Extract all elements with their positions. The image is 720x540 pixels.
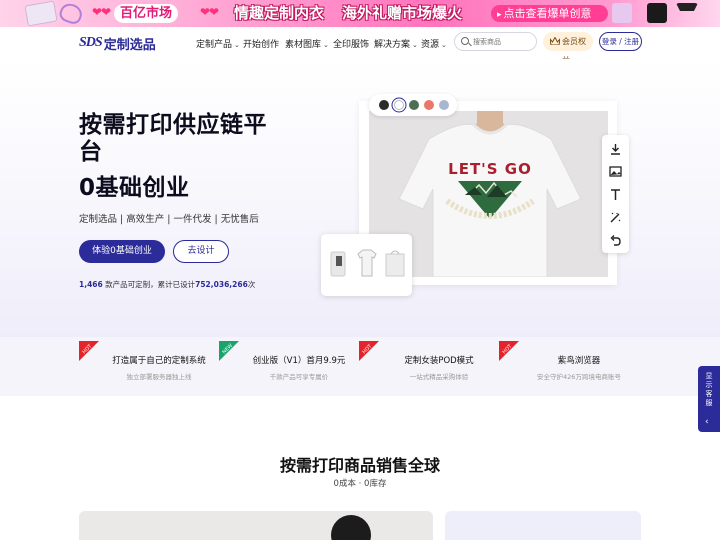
- chevron-down-icon: ⌄: [323, 41, 329, 49]
- nav-label: 定制产品: [196, 40, 233, 50]
- search-input[interactable]: [473, 35, 533, 49]
- swatch-color[interactable]: [424, 100, 434, 110]
- feature-item[interactable]: NEW 创业版（V1）首月9.9元 千款产品可享专属价: [219, 337, 379, 396]
- swatch-color[interactable]: [394, 100, 404, 110]
- arrow-right-icon: ▸: [497, 10, 502, 20]
- feature-item[interactable]: HOT 定制女装POD模式 一站式精品采购体验: [359, 337, 519, 396]
- nav-item-resources[interactable]: 资源 ⌄: [421, 37, 447, 50]
- feature-title: 紫鸟浏览器: [557, 356, 601, 366]
- logo-text: 定制选品: [103, 37, 156, 53]
- go-design-button[interactable]: 去设计: [173, 240, 229, 263]
- hearts-icon: ❤❤: [200, 5, 219, 19]
- hero-subtitle: 定制选品 | 高效生产 | 一件代发 | 无忧售后: [79, 214, 259, 225]
- gift-icon: [612, 3, 632, 23]
- chevron-down-icon: ⌄: [441, 41, 447, 49]
- nav-label: 全印服饰: [333, 40, 370, 50]
- search-box[interactable]: [454, 32, 537, 51]
- text-icon[interactable]: [609, 188, 622, 201]
- product-thumbnails: [321, 234, 412, 296]
- image-icon[interactable]: [609, 165, 622, 178]
- color-swatches: [369, 94, 457, 116]
- feature-item[interactable]: HOT 紫鸟浏览器 安全守护426万跨境电商账号: [499, 337, 659, 396]
- nav-label: 解决方案: [374, 40, 411, 50]
- thumbnail-tshirt[interactable]: [355, 244, 379, 284]
- magic-wand-icon[interactable]: [609, 211, 622, 224]
- thumbnail-mug[interactable]: [327, 244, 351, 284]
- search-icon: [461, 37, 469, 45]
- nav-label: 开始创作: [243, 40, 280, 50]
- feature-desc: 独立部署服务器独上线: [126, 373, 192, 381]
- designs-suffix: 次: [247, 280, 256, 289]
- hero-title-line2: 0基础创业: [79, 175, 190, 201]
- promo-banner[interactable]: ❤❤ 百亿市场 ❤❤ 情趣定制内衣 海外礼赠市场爆火 ▸ 点击查看爆单创意: [0, 0, 720, 27]
- stats-line: 1,466 款产品可定制，累计已设计752,036,266次: [79, 279, 255, 290]
- promo-cta-label: 点击查看爆单创意: [503, 7, 592, 20]
- section-title: 按需打印商品销售全球: [279, 456, 440, 475]
- nav-item-custom-products[interactable]: 定制产品 ⌄: [196, 37, 240, 50]
- hearts-icon: ❤❤: [92, 5, 111, 19]
- swatch-color[interactable]: [439, 100, 449, 110]
- showcase-card-right[interactable]: [445, 511, 641, 540]
- top-navbar: SDS 定制选品 定制产品 ⌄ 开始创作 素材图库 ⌄ 全印服饰 解决方案 ⌄ 资源 ⌄…: [0, 27, 720, 65]
- customer-service-float[interactable]: 显示客服 ‹: [698, 366, 720, 432]
- products-count: 1,466: [79, 280, 103, 289]
- logo[interactable]: SDS 定制选品: [79, 34, 156, 53]
- feature-desc: 一站式精品采购体验: [409, 373, 469, 381]
- thumbnail-bag[interactable]: [383, 244, 407, 284]
- nav-item-material-library[interactable]: 素材图库 ⌄: [285, 37, 329, 50]
- lingerie-product-icon: [676, 3, 698, 23]
- promo-market-tag: 百亿市场: [114, 4, 179, 23]
- feature-title: 定制女装POD模式: [404, 356, 474, 366]
- hero-title: 按需打印供应链平台: [79, 112, 267, 165]
- promo-cta-button[interactable]: ▸ 点击查看爆单创意: [491, 5, 608, 22]
- logo-mark: SDS: [79, 35, 103, 50]
- swatch-color[interactable]: [379, 100, 389, 110]
- nav-item-start-create[interactable]: 开始创作: [243, 37, 279, 50]
- chevron-left-icon: ‹: [705, 417, 709, 427]
- vip-benefits-button[interactable]: 会员权益: [543, 32, 593, 65]
- swatch-color[interactable]: [409, 100, 419, 110]
- nav-label: 素材图库: [285, 40, 322, 50]
- shirt-print-text: LET'S GO: [448, 160, 532, 178]
- design-toolbar: [602, 135, 629, 253]
- section-subtitle: 0成本 · 0库存: [333, 479, 387, 489]
- login-register-button[interactable]: 登录 / 注册: [599, 32, 642, 51]
- ribbon-icon: [57, 0, 85, 27]
- promo-headline-2: 海外礼赠市场爆火: [342, 4, 463, 22]
- showcase-card-left[interactable]: [79, 511, 433, 540]
- designs-count: 752,036,266: [195, 280, 248, 289]
- start-business-button[interactable]: 体验0基础创业: [79, 240, 165, 263]
- undo-icon[interactable]: [609, 234, 622, 247]
- chevron-down-icon: ⌄: [234, 41, 240, 49]
- nav-label: 资源: [421, 40, 440, 50]
- model-head-image: [331, 515, 371, 540]
- gift-box-icon: [24, 0, 58, 27]
- feature-item[interactable]: HOT 打造属于自己的定制系统 独立部署服务器独上线: [79, 337, 239, 396]
- nav-item-all-over-print[interactable]: 全印服饰: [333, 37, 369, 50]
- feature-title: 打造属于自己的定制系统: [112, 356, 206, 366]
- chevron-down-icon: ⌄: [412, 41, 418, 49]
- products-text: 款产品可定制，累计已设计: [102, 280, 196, 289]
- customer-service-label: 显示客服: [705, 372, 713, 407]
- download-icon[interactable]: [609, 143, 622, 156]
- feature-title: 创业版（V1）首月9.9元: [252, 356, 346, 366]
- crown-icon: [550, 37, 560, 45]
- lingerie-product-icon: [647, 3, 667, 23]
- feature-desc: 安全守护426万跨境电商账号: [537, 373, 621, 381]
- feature-desc: 千款产品可享专属价: [269, 373, 329, 381]
- promo-headline-1: 情趣定制内衣: [234, 4, 325, 22]
- nav-item-solutions[interactable]: 解决方案 ⌄: [374, 37, 418, 50]
